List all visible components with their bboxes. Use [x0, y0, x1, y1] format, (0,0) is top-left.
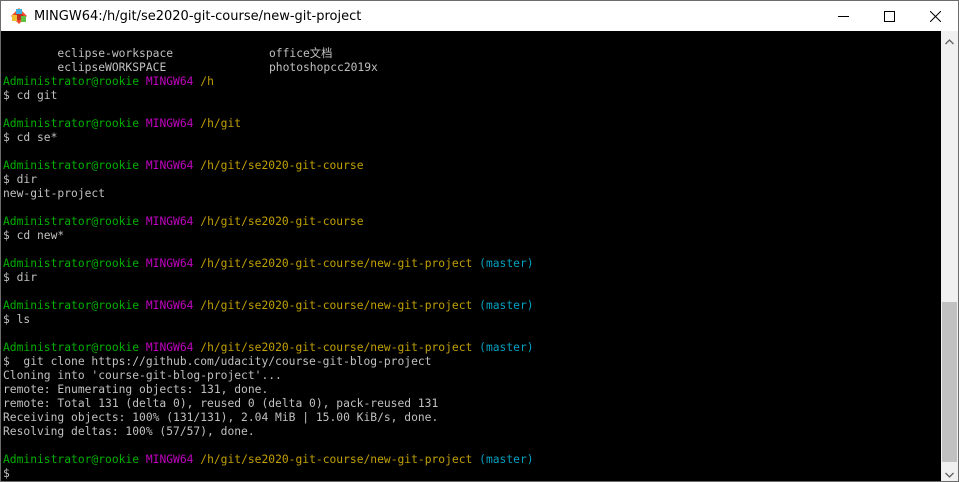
- command-line: $ cd git: [3, 89, 58, 102]
- prompt-system: MINGW64: [145, 299, 194, 312]
- prompt-user: Administrator@rookie: [3, 341, 140, 354]
- prompt-line: Administrator@rookie MINGW64 /h/git/se20…: [3, 453, 534, 467]
- output-line: remote: Total 131 (delta 0), reused 0 (d…: [3, 397, 439, 410]
- prompt-line: Administrator@rookie MINGW64 /h/git: [3, 117, 534, 131]
- prompt-line: Administrator@rookie MINGW64 /h/git/se20…: [3, 159, 534, 173]
- command-line: $ git clone https://github.com/udacity/c…: [3, 355, 432, 368]
- scrollbar-thumb[interactable]: [942, 302, 957, 462]
- prompt-line: Administrator@rookie MINGW64 /h: [3, 75, 534, 89]
- chevron-down-icon: [945, 463, 954, 482]
- prompt-path: /h/git/se2020-git-course/new-git-project: [200, 299, 473, 312]
- minimize-button[interactable]: [820, 1, 866, 31]
- command-line: $ dir: [3, 173, 38, 186]
- prompt-system: MINGW64: [145, 341, 194, 354]
- title-bar[interactable]: MINGW64:/h/git/se2020-git-course/new-git…: [1, 1, 958, 31]
- command-line: $ ls: [3, 313, 31, 326]
- maximize-button[interactable]: [866, 1, 912, 31]
- prompt-system: MINGW64: [145, 453, 194, 466]
- prompt-line: Administrator@rookie MINGW64 /h/git/se20…: [3, 299, 534, 313]
- minimize-icon: [837, 11, 849, 22]
- listing-left: eclipseWORKSPACE: [57, 61, 167, 74]
- prompt-user: Administrator@rookie: [3, 215, 140, 228]
- prompt-user: Administrator@rookie: [3, 159, 140, 172]
- prompt-line: Administrator@rookie MINGW64 /h/git/se20…: [3, 341, 534, 355]
- window-title: MINGW64:/h/git/se2020-git-course/new-git…: [34, 9, 362, 24]
- listing-row: eclipseWORKSPACE photoshopcc2019x: [3, 47, 534, 74]
- prompt-branch: (master): [479, 299, 534, 312]
- output-line: remote: Enumerating objects: 131, done.: [3, 383, 269, 396]
- chevron-up-icon: [945, 30, 954, 49]
- terminal-lines: eclipse-workspace office文档 eclipseWORKSPA…: [3, 33, 534, 481]
- prompt-path: /h/git/se2020-git-course: [200, 159, 364, 172]
- prompt-system: MINGW64: [145, 257, 194, 270]
- prompt-user: Administrator@rookie: [3, 117, 140, 130]
- close-button[interactable]: [912, 1, 958, 31]
- vertical-scrollbar[interactable]: [941, 31, 958, 481]
- prompt-user: Administrator@rookie: [3, 257, 140, 270]
- terminal-window: MINGW64:/h/git/se2020-git-course/new-git…: [0, 0, 959, 482]
- prompt-system: MINGW64: [145, 117, 194, 130]
- scroll-down-button[interactable]: [941, 464, 958, 481]
- prompt-path: /h: [200, 75, 214, 88]
- input-line: $: [3, 467, 17, 480]
- prompt-user: Administrator@rookie: [3, 299, 140, 312]
- prompt-system: MINGW64: [145, 159, 194, 172]
- prompt-path: /h/git/se2020-git-course/new-git-project: [200, 341, 473, 354]
- prompt-branch: (master): [479, 257, 534, 270]
- listing-right: photoshopcc2019x: [269, 61, 378, 74]
- command-line: $ cd se*: [3, 131, 58, 144]
- output-line: Receiving objects: 100% (131/131), 2.04 …: [3, 411, 439, 424]
- prompt-path: /h/git/se2020-git-course/new-git-project: [200, 257, 473, 270]
- scroll-up-button[interactable]: [941, 31, 958, 48]
- maximize-icon: [883, 10, 895, 22]
- prompt-line: Administrator@rookie MINGW64 /h/git/se20…: [3, 257, 534, 271]
- prompt-branch: (master): [479, 341, 534, 354]
- output-line: new-git-project: [3, 187, 106, 200]
- git-bash-icon: [10, 7, 28, 25]
- command-line: $ cd new*: [3, 229, 65, 242]
- command-line: $ dir: [3, 271, 38, 284]
- prompt-system: MINGW64: [145, 215, 194, 228]
- prompt-user: Administrator@rookie: [3, 453, 140, 466]
- prompt-path: /h/git/se2020-git-course: [200, 215, 364, 228]
- terminal-output[interactable]: eclipse-workspace office文档 eclipseWORKSPA…: [1, 31, 941, 481]
- close-icon: [929, 10, 941, 22]
- prompt-branch: (master): [479, 453, 534, 466]
- output-line: Resolving deltas: 100% (57/57), done.: [3, 425, 255, 438]
- prompt-system: MINGW64: [145, 75, 194, 88]
- prompt-path: /h/git: [200, 117, 242, 130]
- prompt-line: Administrator@rookie MINGW64 /h/git/se20…: [3, 215, 534, 229]
- output-line: Cloning into 'course-git-blog-project'..…: [3, 369, 282, 382]
- listing-row: eclipse-workspace office文档: [3, 33, 534, 60]
- prompt-path: /h/git/se2020-git-course/new-git-project: [200, 453, 473, 466]
